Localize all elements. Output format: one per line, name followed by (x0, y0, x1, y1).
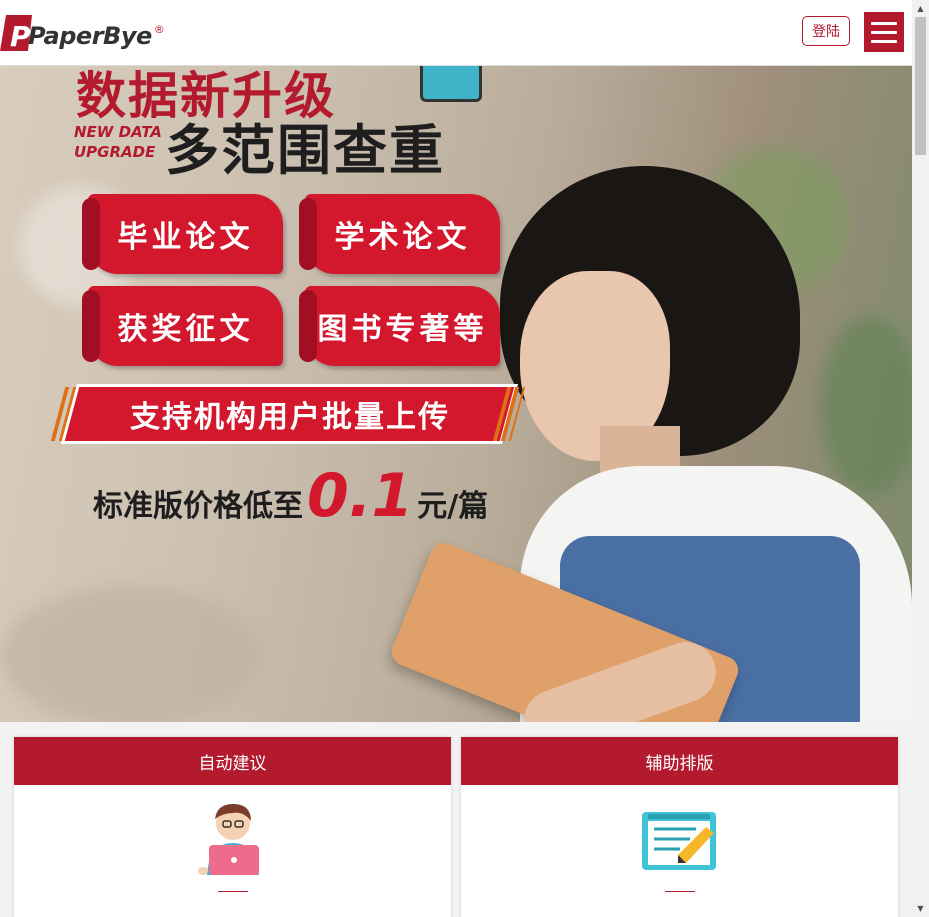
book-icon (420, 66, 482, 102)
logo-text: PaperBye (28, 22, 152, 50)
scroll-down-arrow-icon[interactable]: ▼ (912, 900, 929, 917)
tag-scroll: 毕业论文 (82, 194, 283, 274)
banner-title-main: 多范围查重 (165, 119, 445, 182)
banner-subtitle-en: NEW DATA UPGRADE (74, 123, 162, 161)
feature-card-title: 自动建议 (14, 737, 451, 785)
price-line: 标准版价格低至 0.1 元/篇 (93, 461, 488, 531)
price-prefix: 标准版价格低至 (93, 489, 303, 524)
scroll-up-arrow-icon[interactable]: ▲ (912, 0, 929, 17)
hamburger-icon[interactable] (864, 12, 904, 52)
page: P PaperBye ® 登陆 数据新升级 NEW DATA UPGRADE 多… (0, 0, 912, 917)
vertical-scrollbar[interactable]: ▲ ▼ (912, 0, 929, 917)
feature-card[interactable]: 自动建议 (14, 737, 451, 917)
user-laptop-icon (193, 797, 273, 877)
logo-mark-icon: P (0, 13, 34, 53)
login-button[interactable]: 登陆 (802, 16, 850, 46)
feature-card[interactable]: 辅助排版 (461, 737, 898, 917)
registered-mark: ® (153, 23, 165, 36)
price-unit: 元/篇 (417, 489, 489, 524)
hero-banner[interactable]: 数据新升级 NEW DATA UPGRADE 多范围查重 毕业论文 学术论文 获… (0, 66, 912, 722)
top-header: P PaperBye ® 登陆 (0, 0, 912, 66)
divider (664, 891, 695, 892)
banner-ribbon: 支持机构用户批量上传 (64, 387, 515, 441)
divider (217, 891, 248, 892)
tag-scroll: 学术论文 (299, 194, 500, 274)
svg-text:P: P (10, 20, 31, 53)
tag-scroll: 图书专著等 (299, 286, 500, 366)
feature-card-title: 辅助排版 (461, 737, 898, 785)
logo[interactable]: P PaperBye ® (0, 13, 165, 53)
tag-scroll: 获奖征文 (82, 286, 283, 366)
scrollbar-thumb[interactable] (915, 17, 926, 155)
price-value: 0.1 (307, 461, 414, 531)
edit-document-icon (640, 797, 720, 877)
